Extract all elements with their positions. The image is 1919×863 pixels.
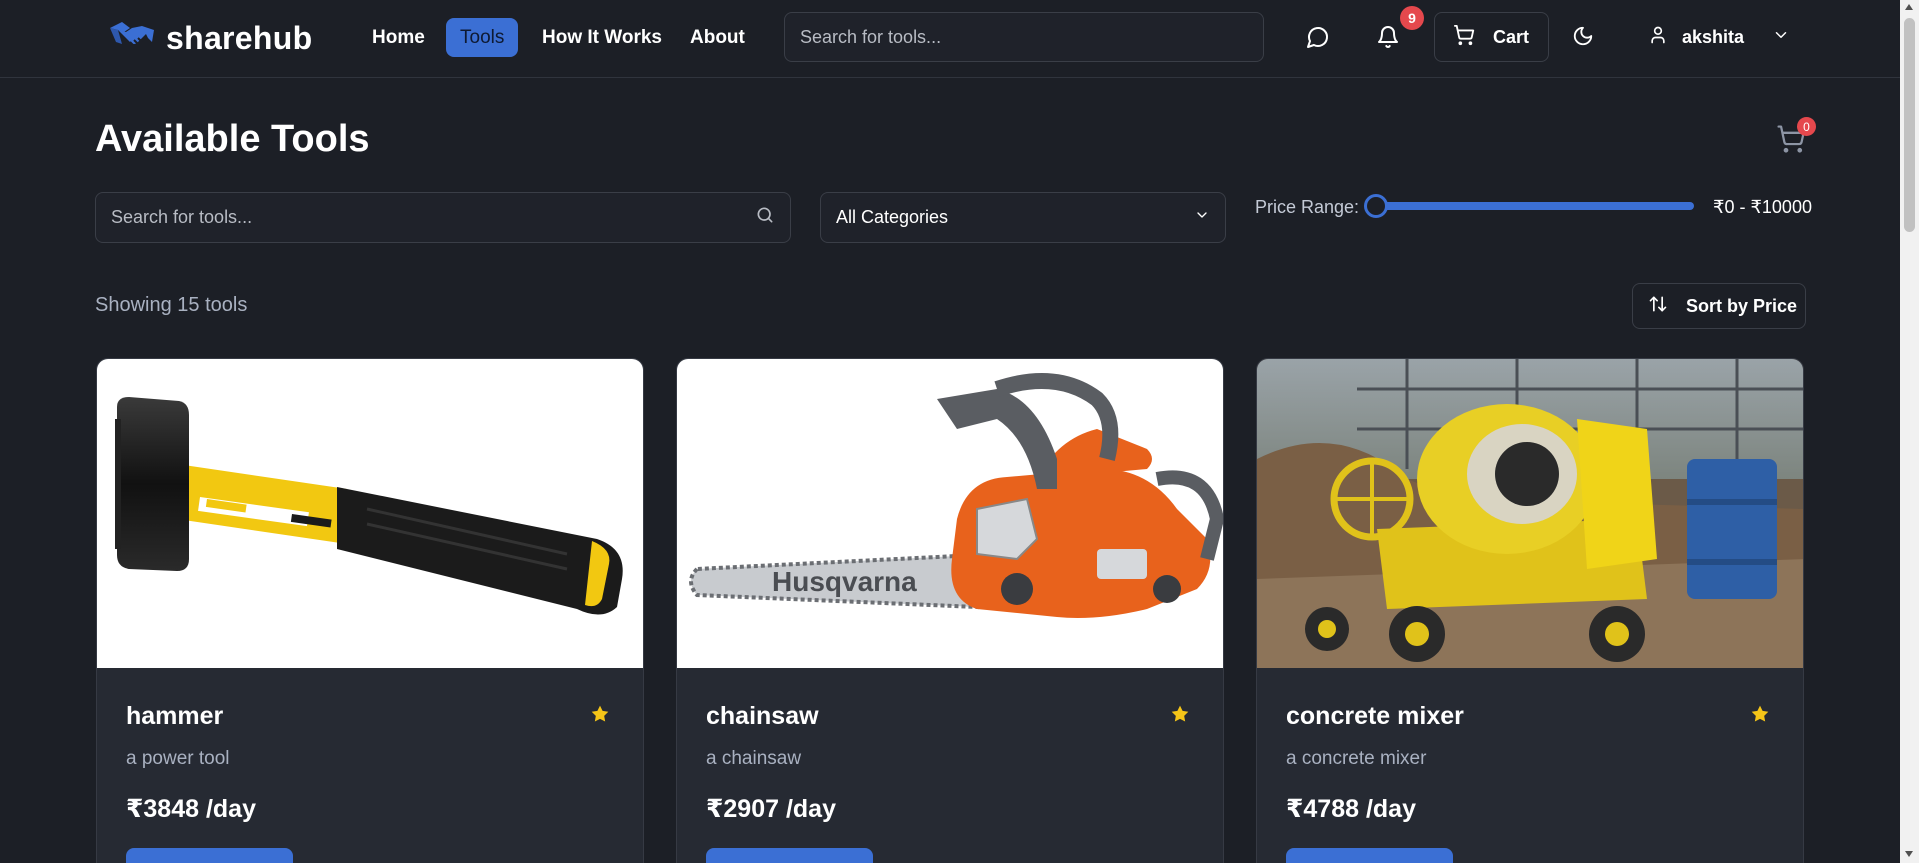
- chevron-down-icon: [1772, 26, 1790, 49]
- price-range-slider[interactable]: [1364, 194, 1694, 218]
- tool-price: ₹2907 /day: [706, 795, 836, 823]
- nav-cart-button[interactable]: Cart: [1434, 12, 1549, 62]
- scroll-down-arrow-icon[interactable]: [1905, 851, 1913, 857]
- notification-count-badge: 9: [1400, 6, 1424, 30]
- sort-by-price-button[interactable]: Sort by Price: [1632, 283, 1806, 329]
- user-menu[interactable]: akshita: [1648, 18, 1790, 57]
- nav-link-home[interactable]: Home: [358, 18, 439, 57]
- scrollbar-thumb[interactable]: [1904, 18, 1915, 232]
- dark-mode-toggle-icon[interactable]: [1572, 25, 1594, 47]
- sort-label: Sort by Price: [1686, 295, 1798, 316]
- tool-name: hammer: [126, 702, 224, 730]
- star-icon[interactable]: [590, 704, 610, 729]
- svg-text:Husqvarna: Husqvarna: [772, 566, 917, 597]
- tool-card[interactable]: Husqvarna chainsaw a chainsaw ₹2907 /day: [676, 358, 1224, 863]
- results-count: Showing 15 tools: [95, 294, 248, 316]
- tool-description: a power tool: [126, 748, 230, 769]
- sort-arrows-icon: [1648, 294, 1668, 319]
- bell-icon[interactable]: [1376, 25, 1400, 49]
- rent-button[interactable]: [706, 848, 873, 863]
- price-range-label: Price Range:: [1255, 197, 1360, 217]
- handshake-icon: [108, 18, 156, 59]
- tool-description: a chainsaw: [706, 748, 802, 769]
- page-title: Available Tools: [95, 118, 370, 160]
- search-icon[interactable]: [755, 205, 775, 230]
- rent-button[interactable]: [126, 848, 293, 863]
- nav-cart-label: Cart: [1493, 26, 1530, 47]
- nav-link-tools[interactable]: Tools: [446, 18, 519, 57]
- brand-logo[interactable]: sharehub: [108, 18, 312, 59]
- concrete-mixer-photo[interactable]: [1257, 359, 1803, 668]
- scroll-up-arrow-icon[interactable]: [1905, 4, 1913, 10]
- cart-icon: [1453, 24, 1475, 51]
- chat-icon[interactable]: [1306, 25, 1330, 49]
- rent-button[interactable]: [1286, 848, 1453, 863]
- username: akshita: [1682, 27, 1745, 47]
- tool-search-box: [95, 192, 791, 243]
- nav-link-how-it-works[interactable]: How It Works: [528, 18, 676, 57]
- tool-name: concrete mixer: [1286, 702, 1464, 730]
- nav-link-about[interactable]: About: [676, 18, 759, 57]
- brand-name: sharehub: [166, 20, 313, 56]
- cart-count-badge: 0: [1797, 117, 1816, 136]
- tool-card[interactable]: hammer a power tool ₹3848 /day: [96, 358, 644, 863]
- price-range-value: ₹0 - ₹10000: [1713, 197, 1812, 217]
- tool-description: a concrete mixer: [1286, 748, 1427, 769]
- price-slider-thumb[interactable]: [1364, 194, 1388, 218]
- category-select[interactable]: All Categories: [820, 192, 1226, 243]
- user-icon: [1648, 25, 1668, 50]
- page-scrollbar[interactable]: [1900, 0, 1919, 863]
- nav-search-box: [784, 12, 1264, 62]
- nav-search-input[interactable]: [800, 27, 1248, 48]
- tool-price: ₹4788 /day: [1286, 795, 1416, 823]
- tool-price: ₹3848 /day: [126, 795, 256, 823]
- tool-card[interactable]: concrete mixer a concrete mixer ₹4788 /d…: [1256, 358, 1804, 863]
- top-navbar: sharehub Home Tools How It Works About 9…: [0, 0, 1900, 78]
- chevron-down-icon: [1194, 207, 1210, 228]
- sledgehammer-photo[interactable]: [97, 359, 643, 668]
- tool-name: chainsaw: [706, 702, 819, 730]
- chainsaw-photo[interactable]: Husqvarna: [677, 359, 1223, 668]
- tool-search-input[interactable]: [111, 207, 755, 228]
- star-icon[interactable]: [1750, 704, 1770, 729]
- category-selected-value: All Categories: [836, 207, 949, 227]
- star-icon[interactable]: [1170, 704, 1190, 729]
